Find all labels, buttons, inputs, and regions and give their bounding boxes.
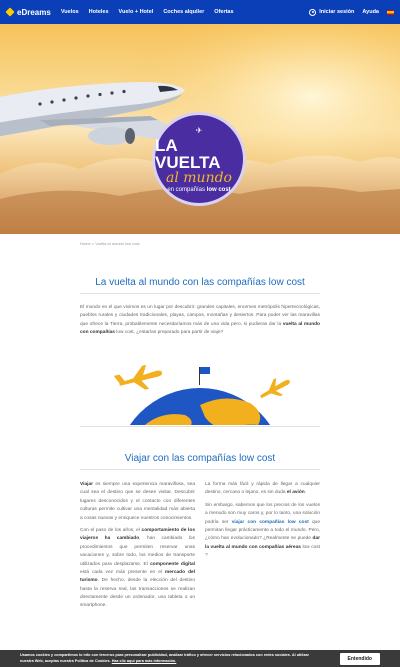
vuelta-al-mundo-badge: ✈ LA VUELTA al mundo en compañías low co… (152, 112, 246, 206)
login-label: Iniciar sesión (319, 9, 355, 15)
right-paragraph-1: La forma más fácil y rápida de llegar a … (205, 482, 320, 496)
airplane-icon: ✈ (195, 125, 203, 135)
title-divider (80, 293, 320, 294)
breadcrumb[interactable]: Home > Vuelta al mundo low cost (80, 241, 140, 246)
nav-item-vuelos[interactable]: Vuelos (61, 9, 79, 15)
main-nav: Vuelos Hoteles Vuelo + Hotel Coches alqu… (61, 9, 234, 15)
user-icon (309, 8, 317, 16)
cookie-banner: Usamos cookies y compartimos lo info con… (0, 650, 400, 667)
left-column: Viajar es siempre una experiencia maravi… (80, 481, 195, 615)
left-paragraph-1: Viajar es siempre una experiencia maravi… (80, 482, 195, 521)
cookie-text: Usamos cookies y compartimos lo info con… (20, 653, 309, 663)
right-column: La forma más fácil y rápida de llegar a … (205, 481, 320, 565)
login-button[interactable]: Iniciar sesión (309, 8, 355, 16)
nav-item-ofertas[interactable]: Ofertas (214, 9, 233, 15)
nav-item-vuelo-hotel[interactable]: Vuelo + Hotel (119, 9, 154, 15)
spain-flag-icon[interactable] (387, 9, 394, 15)
nav-item-hoteles[interactable]: Hoteles (89, 9, 109, 15)
logo-mark-icon (5, 7, 15, 17)
badge-subtitle: al mundo (166, 169, 232, 186)
help-link[interactable]: Ayuda (362, 9, 379, 15)
cookie-accept-button[interactable]: Entendido (339, 652, 380, 665)
section-title: Viajar con las compañías low cost (124, 453, 276, 464)
badge-caption: en compañías low cost (167, 186, 231, 193)
section-divider (80, 426, 320, 427)
left-paragraph-2: Con el paso de los años, el comportamien… (80, 527, 195, 609)
top-nav-bar: eDreams Vuelos Hoteles Vuelo + Hotel Coc… (0, 0, 400, 24)
hero-banner: ✈ LA VUELTA al mundo en compañías low co… (0, 24, 400, 234)
globe-planes-icon (113, 365, 290, 425)
cookie-info-link[interactable]: Haz clic aquí para más información. (112, 659, 177, 663)
intro-paragraph: El mundo en el que vivimos es un lugar p… (80, 305, 320, 336)
right-paragraph-2: Sin embargo, sabemos que los precios de … (205, 502, 321, 559)
page-title: La vuelta al mundo con las compañías low… (95, 277, 305, 288)
brand-name: eDreams (17, 7, 51, 17)
brand-logo[interactable]: eDreams (5, 7, 51, 17)
nav-item-coches[interactable]: Coches alquiler (163, 9, 204, 15)
low-cost-link[interactable]: viajar con compañías low cost (232, 520, 309, 525)
header-actions: Iniciar sesión Ayuda (309, 8, 394, 16)
section-title-divider (80, 469, 320, 470)
globe-illustration (100, 365, 300, 425)
badge-title: LA VUELTA (155, 135, 221, 172)
